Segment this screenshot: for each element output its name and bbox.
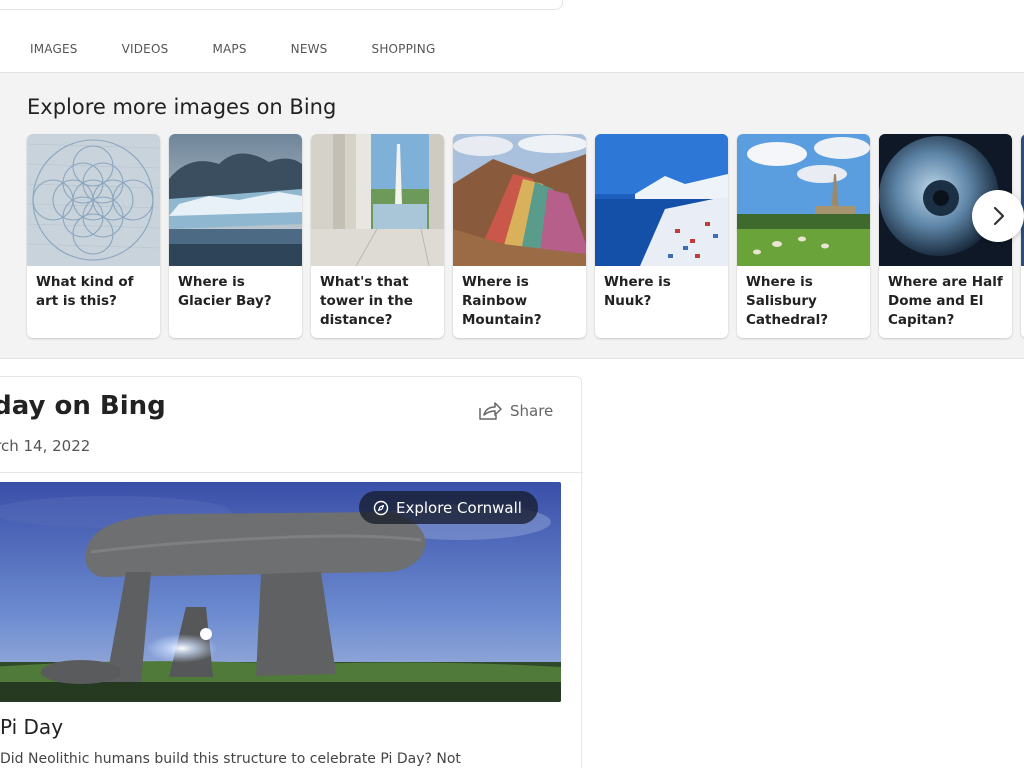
search-box[interactable] — [0, 0, 563, 10]
card-image — [453, 134, 586, 266]
tab-news[interactable]: NEWS — [291, 42, 328, 56]
tab-shopping[interactable]: SHOPPING — [372, 42, 436, 56]
search-nav-tabs: IMAGES VIDEOS MAPS NEWS SHOPPING — [30, 42, 435, 56]
today-divider — [0, 472, 583, 473]
explore-title: Explore more images on Bing — [27, 95, 337, 119]
card-caption: Where is Glacier Bay? — [178, 274, 272, 309]
image-card-nuuk[interactable]: Where is Nuuk? — [595, 134, 728, 338]
explore-images-panel: Explore more images on Bing What kind of… — [0, 73, 1024, 359]
card-image — [311, 134, 444, 266]
story-title[interactable]: Pi Day — [0, 715, 63, 739]
image-card-glacier-bay[interactable]: Where is Glacier Bay? — [169, 134, 302, 338]
share-icon — [479, 402, 502, 420]
image-card-rainbow-mountain[interactable]: Where is Rainbow Mountain? — [453, 134, 586, 338]
image-card-salisbury[interactable]: Where is Salisbury Cathedral? — [737, 134, 870, 338]
tab-maps[interactable]: MAPS — [212, 42, 246, 56]
tab-images[interactable]: IMAGES — [30, 42, 78, 56]
explore-cornwall-button[interactable]: Explore Cornwall — [359, 491, 538, 524]
card-caption: Where is Rainbow Mountain? — [462, 274, 542, 328]
card-image — [737, 134, 870, 266]
card-caption: Where is Nuuk? — [604, 274, 671, 309]
today-title: Today on Bing — [0, 391, 166, 421]
card-caption: Where are Half Dome and El Capitan? — [888, 274, 1003, 328]
today-date: March 14, 2022 — [0, 437, 91, 455]
image-card-art[interactable]: What kind of art is this? — [27, 134, 160, 338]
today-on-bing-card: Today on Bing March 14, 2022 Share — [0, 376, 583, 768]
card-caption: What kind of art is this? — [36, 274, 134, 309]
card-image — [595, 134, 728, 266]
card-caption: Where is Salisbury Cathedral? — [746, 274, 829, 328]
tab-videos[interactable]: VIDEOS — [122, 42, 169, 56]
story-description: Did Neolithic humans build this structur… — [0, 751, 461, 767]
card-caption: What's that tower in the distance? — [320, 274, 413, 328]
share-label: Share — [510, 402, 554, 420]
image-carousel: What kind of art is this? Where is Glaci… — [27, 134, 1024, 339]
card-image — [27, 134, 160, 266]
card-image — [169, 134, 302, 266]
image-card-tower[interactable]: What's that tower in the distance? — [311, 134, 444, 338]
explore-cornwall-label: Explore Cornwall — [396, 498, 522, 517]
share-button[interactable]: Share — [478, 401, 553, 421]
carousel-next-button[interactable] — [972, 190, 1024, 242]
compass-icon — [373, 500, 389, 515]
chevron-right-icon — [993, 206, 1005, 226]
